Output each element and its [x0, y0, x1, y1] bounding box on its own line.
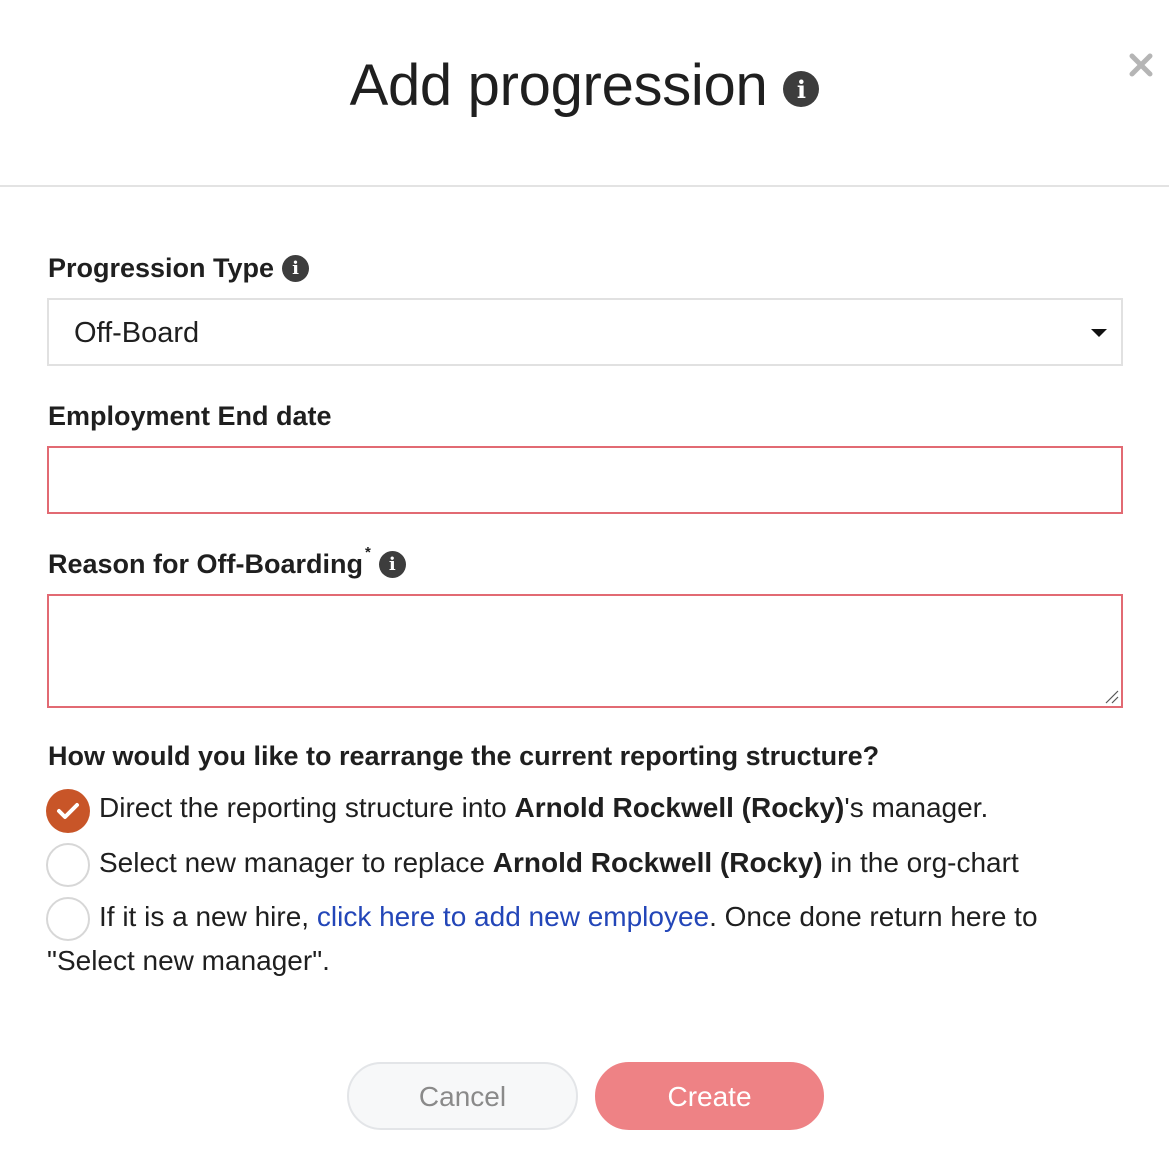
radio-option-direct-to-manager[interactable]	[46, 789, 90, 833]
caret-down-icon	[1091, 329, 1107, 337]
modal-title: Add progression	[349, 53, 768, 118]
progression-type-value: Off-Board	[74, 317, 200, 349]
option-select-new-manager-text: Select new manager to replace Arnold Roc…	[99, 847, 1019, 879]
option-new-hire-text: If it is a new hire, click here to add n…	[99, 901, 1038, 933]
reporting-question: How would you like to rearrange the curr…	[48, 741, 880, 771]
progression-type-label-text: Progression Type	[48, 253, 275, 284]
end-date-label-text: Employment End date	[48, 401, 332, 432]
option-text: If it is a new hire,	[99, 901, 317, 932]
end-date-input[interactable]	[47, 446, 1123, 514]
radio-option-new-hire[interactable]	[46, 897, 90, 941]
option-text: 's manager.	[844, 792, 989, 823]
option-direct-to-manager-text: Direct the reporting structure into Arno…	[99, 792, 988, 824]
checkmark-icon	[57, 803, 79, 819]
radio-option-select-new-manager[interactable]	[46, 843, 90, 887]
reason-textarea[interactable]	[47, 594, 1123, 708]
option-text: in the org-chart	[822, 847, 1019, 878]
required-asterisk: *	[365, 544, 371, 561]
option-text: Select new manager to replace	[99, 847, 493, 878]
option-text: Direct the reporting structure into	[99, 792, 515, 823]
progression-type-label: Progression Type i	[48, 252, 310, 284]
progression-type-select[interactable]: Off-Board	[47, 298, 1123, 366]
option-text: . Once done return here to	[709, 901, 1038, 932]
info-icon[interactable]: i	[378, 551, 406, 579]
option-new-hire-text-line2: "Select new manager".	[47, 945, 330, 976]
employee-name: Arnold Rockwell (Rocky)	[514, 792, 845, 823]
add-progression-modal: Add progression i Progression Type i Off-B…	[0, 0, 1169, 1174]
title-row: Add progression i	[0, 52, 1169, 119]
modal-header: Add progression i	[0, 0, 1169, 187]
add-new-employee-link[interactable]: click here to add new employee	[317, 901, 709, 932]
info-icon[interactable]: i	[783, 70, 820, 107]
close-icon[interactable]	[1124, 48, 1158, 82]
cancel-button[interactable]: Cancel	[347, 1062, 578, 1130]
resize-grip-icon[interactable]	[1103, 688, 1119, 704]
reason-label: Reason for Off-Boarding * i	[48, 544, 406, 580]
reason-label-text: Reason for Off-Boarding	[48, 549, 363, 580]
employee-name: Arnold Rockwell (Rocky)	[492, 847, 823, 878]
create-button[interactable]: Create	[595, 1062, 824, 1130]
info-icon[interactable]: i	[282, 255, 310, 283]
end-date-label: Employment End date	[48, 400, 332, 432]
